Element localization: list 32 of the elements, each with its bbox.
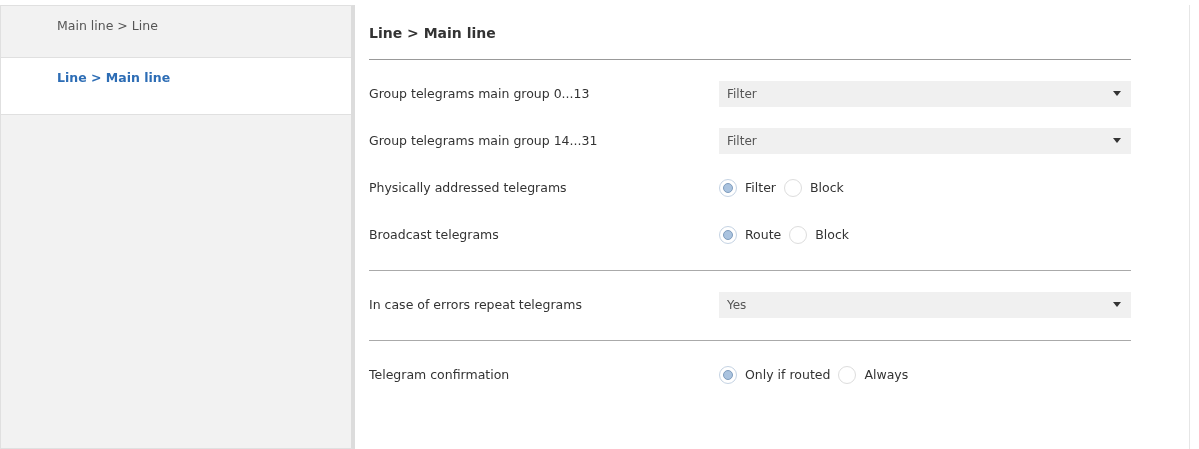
radio-option[interactable]: Block <box>783 178 844 197</box>
radio-label: Block <box>809 180 844 195</box>
radio-label: Always <box>864 367 909 382</box>
radio-button[interactable] <box>719 225 737 244</box>
radio-label: Only if routed <box>745 367 831 382</box>
setting-label: Group telegrams main group 14...31 <box>369 133 599 148</box>
radio-button[interactable] <box>783 178 802 197</box>
radio-label: Filter <box>745 180 776 195</box>
setting-label: Physically addressed telegrams <box>369 180 568 195</box>
radio-button[interactable] <box>789 225 808 244</box>
radio-label: Route <box>745 227 782 242</box>
setting-label: In case of errors repeat telegrams <box>369 297 583 312</box>
sidebar-item[interactable]: Line > Main line <box>1 58 351 115</box>
radio-label: Block <box>815 227 850 242</box>
radio-option[interactable]: Filter <box>719 178 776 197</box>
radio-option[interactable]: Always <box>838 365 909 384</box>
radio-option[interactable]: Only if routed <box>719 365 831 384</box>
radio-option[interactable]: Block <box>789 225 850 244</box>
panel-title: Line > Main line <box>369 5 1131 60</box>
caret-icon <box>1113 91 1121 96</box>
setting-label: Group telegrams main group 0...13 <box>369 86 591 101</box>
caret-icon <box>1113 138 1121 143</box>
dropdown[interactable]: Filter <box>719 127 1131 154</box>
setting-label: Telegram confirmation <box>369 367 511 382</box>
dropdown[interactable]: Filter <box>719 80 1131 107</box>
caret-icon <box>1113 302 1121 307</box>
dropdown[interactable]: Yes <box>719 291 1131 318</box>
radio-button[interactable] <box>838 365 857 384</box>
radio-button[interactable] <box>719 178 737 197</box>
radio-option[interactable]: Route <box>719 225 782 244</box>
radio-button[interactable] <box>719 365 737 384</box>
setting-label: Broadcast telegrams <box>369 227 500 242</box>
